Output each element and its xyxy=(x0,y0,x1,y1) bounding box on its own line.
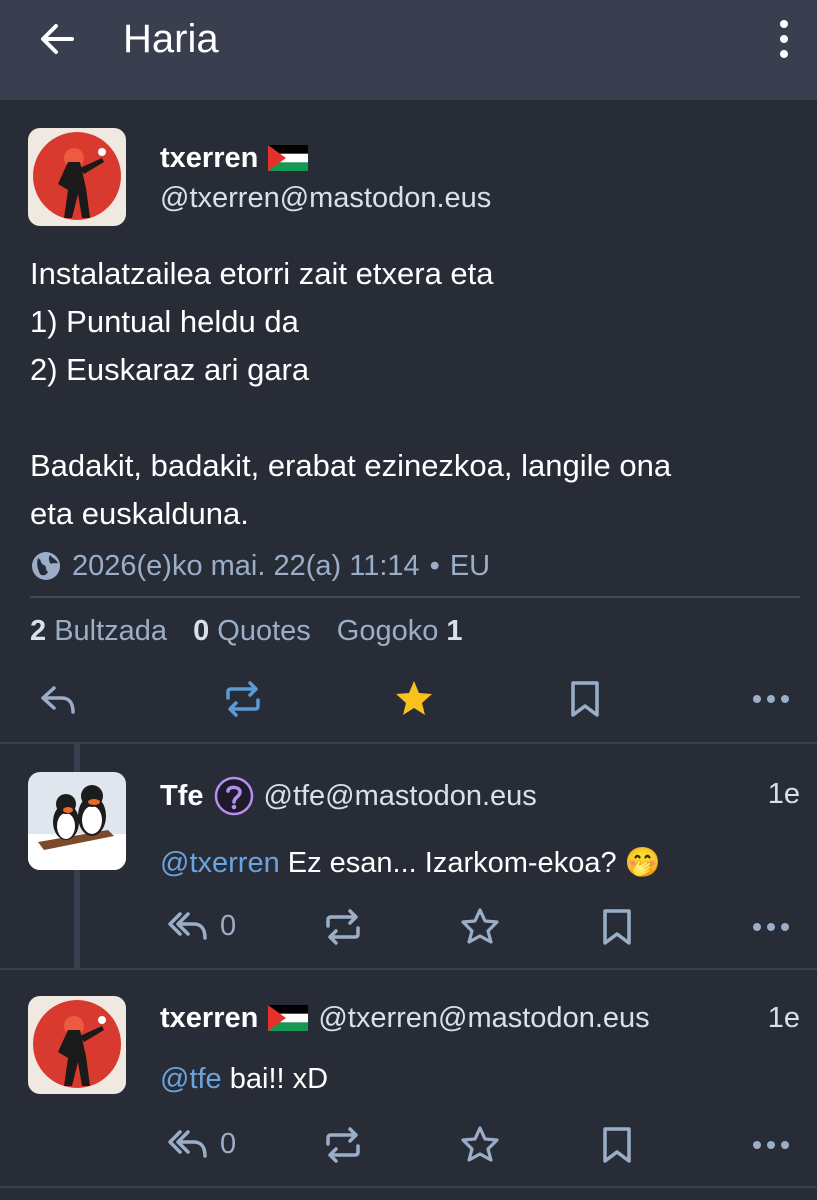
favourite-button[interactable] xyxy=(460,1124,500,1164)
favourites-stat[interactable]: Gogoko 1 xyxy=(337,612,463,650)
reply-icon xyxy=(41,686,75,714)
reply-content: @txerren Ez esan... Izarkom-ekoa? 🤭 xyxy=(160,844,661,882)
reply-button[interactable]: 0 xyxy=(166,906,236,946)
favourite-button[interactable] xyxy=(394,678,434,718)
favourites-label: Gogoko xyxy=(336,615,439,647)
quotes-count: 0 xyxy=(193,615,210,647)
post-timestamp[interactable]: 2026(e)ko mai. 22(a) 11:14 xyxy=(72,546,420,586)
bookmark-button[interactable] xyxy=(568,678,602,720)
post-separator xyxy=(0,968,817,970)
meta-separator: • xyxy=(429,550,440,582)
reply-all-icon xyxy=(168,1130,207,1158)
author-name[interactable]: txerren xyxy=(160,140,309,176)
reply-content: @tfe bai!! xD xyxy=(160,1060,328,1098)
star-outline-icon xyxy=(461,1126,499,1162)
post-actions xyxy=(0,672,817,726)
reply-text: Ez esan... Izarkom-ekoa? 🤭 xyxy=(279,847,661,879)
content-line: 1) Puntual heldu da xyxy=(30,304,299,339)
bookmark-icon xyxy=(571,681,599,717)
palestine-flag-icon xyxy=(268,1005,309,1031)
reply-time[interactable]: 1e xyxy=(768,776,800,812)
bookmark-icon xyxy=(603,909,631,945)
reply-all-icon xyxy=(168,912,207,940)
avatar[interactable] xyxy=(28,128,126,226)
content-line: 2) Euskaraz ari gara xyxy=(30,352,310,387)
more-horizontal-icon xyxy=(753,923,789,931)
display-name: txerren xyxy=(160,1002,259,1034)
more-vertical-icon xyxy=(780,20,788,58)
content-line: Badakit, badakit, erabat ezinezkoa, lang… xyxy=(30,448,672,483)
content-line: Instalatzailea etorri zait etxera eta xyxy=(30,256,494,291)
content-line: eta euskalduna. xyxy=(30,496,249,531)
avatar[interactable] xyxy=(28,996,126,1094)
more-actions-button[interactable] xyxy=(750,1124,792,1166)
question-mark-icon xyxy=(214,776,253,816)
author-handle: @txerren@mastodon.eus xyxy=(318,1002,650,1034)
boosts-count: 2 xyxy=(30,615,47,647)
favourite-button[interactable] xyxy=(460,906,500,946)
boosts-label: Bultzada xyxy=(54,615,168,647)
boost-button[interactable] xyxy=(322,906,364,948)
reply-count: 0 xyxy=(220,909,237,942)
reply-count: 0 xyxy=(220,1127,237,1160)
app-bar: Haria xyxy=(0,0,817,100)
bookmark-button[interactable] xyxy=(600,906,634,948)
more-actions-button[interactable] xyxy=(750,678,792,720)
boost-button[interactable] xyxy=(222,678,264,720)
more-horizontal-icon xyxy=(753,1141,789,1149)
author-handle: @tfe@mastodon.eus xyxy=(263,780,537,812)
back-button[interactable] xyxy=(32,14,82,64)
divider xyxy=(30,596,800,598)
bookmark-icon xyxy=(603,1127,631,1163)
favourites-count: 1 xyxy=(446,615,463,647)
reply-button[interactable] xyxy=(38,680,78,720)
page-title: Haria xyxy=(123,17,219,61)
mention-link[interactable]: @tfe xyxy=(160,1063,222,1095)
arrow-left-icon xyxy=(41,24,74,54)
overflow-menu-button[interactable] xyxy=(768,14,800,64)
boosts-stat[interactable]: 2 Bultzada xyxy=(30,612,167,650)
star-filled-icon xyxy=(396,681,432,715)
boost-icon xyxy=(226,681,260,717)
display-name: Tfe xyxy=(160,780,204,812)
reply-time[interactable]: 1e xyxy=(768,1000,800,1036)
reply-author[interactable]: Tfe @tfe@mastodon.eus xyxy=(160,776,537,816)
more-horizontal-icon xyxy=(753,695,789,703)
bookmark-button[interactable] xyxy=(600,1124,634,1166)
boost-button[interactable] xyxy=(322,1124,364,1166)
post-separator xyxy=(0,742,817,744)
quotes-stat[interactable]: 0 Quotes xyxy=(193,612,311,650)
post-stats: 2 Bultzada 0 Quotes Gogoko 1 xyxy=(30,612,463,650)
post-content: Instalatzailea etorri zait etxera eta 1)… xyxy=(30,250,790,538)
avatar[interactable] xyxy=(28,772,126,870)
boost-icon xyxy=(326,1127,360,1163)
display-name: txerren xyxy=(160,142,259,174)
more-actions-button[interactable] xyxy=(750,906,792,948)
reply-button[interactable]: 0 xyxy=(166,1124,236,1164)
palestine-flag-icon xyxy=(268,145,309,171)
author-handle[interactable]: @txerren@mastodon.eus xyxy=(160,180,491,216)
globe-icon xyxy=(32,552,60,580)
reply-text: bai!! xD xyxy=(221,1063,329,1095)
boost-icon xyxy=(326,909,360,945)
star-outline-icon xyxy=(461,908,499,944)
mention-link[interactable]: @txerren xyxy=(160,847,280,879)
reply-author[interactable]: txerren @txerren@mastodon.eus xyxy=(160,1000,650,1036)
post-meta: 2026(e)ko mai. 22(a) 11:14 • EU xyxy=(30,546,490,586)
post-language: EU xyxy=(449,550,491,582)
post-separator xyxy=(0,1186,817,1188)
quotes-label: Quotes xyxy=(217,615,311,647)
